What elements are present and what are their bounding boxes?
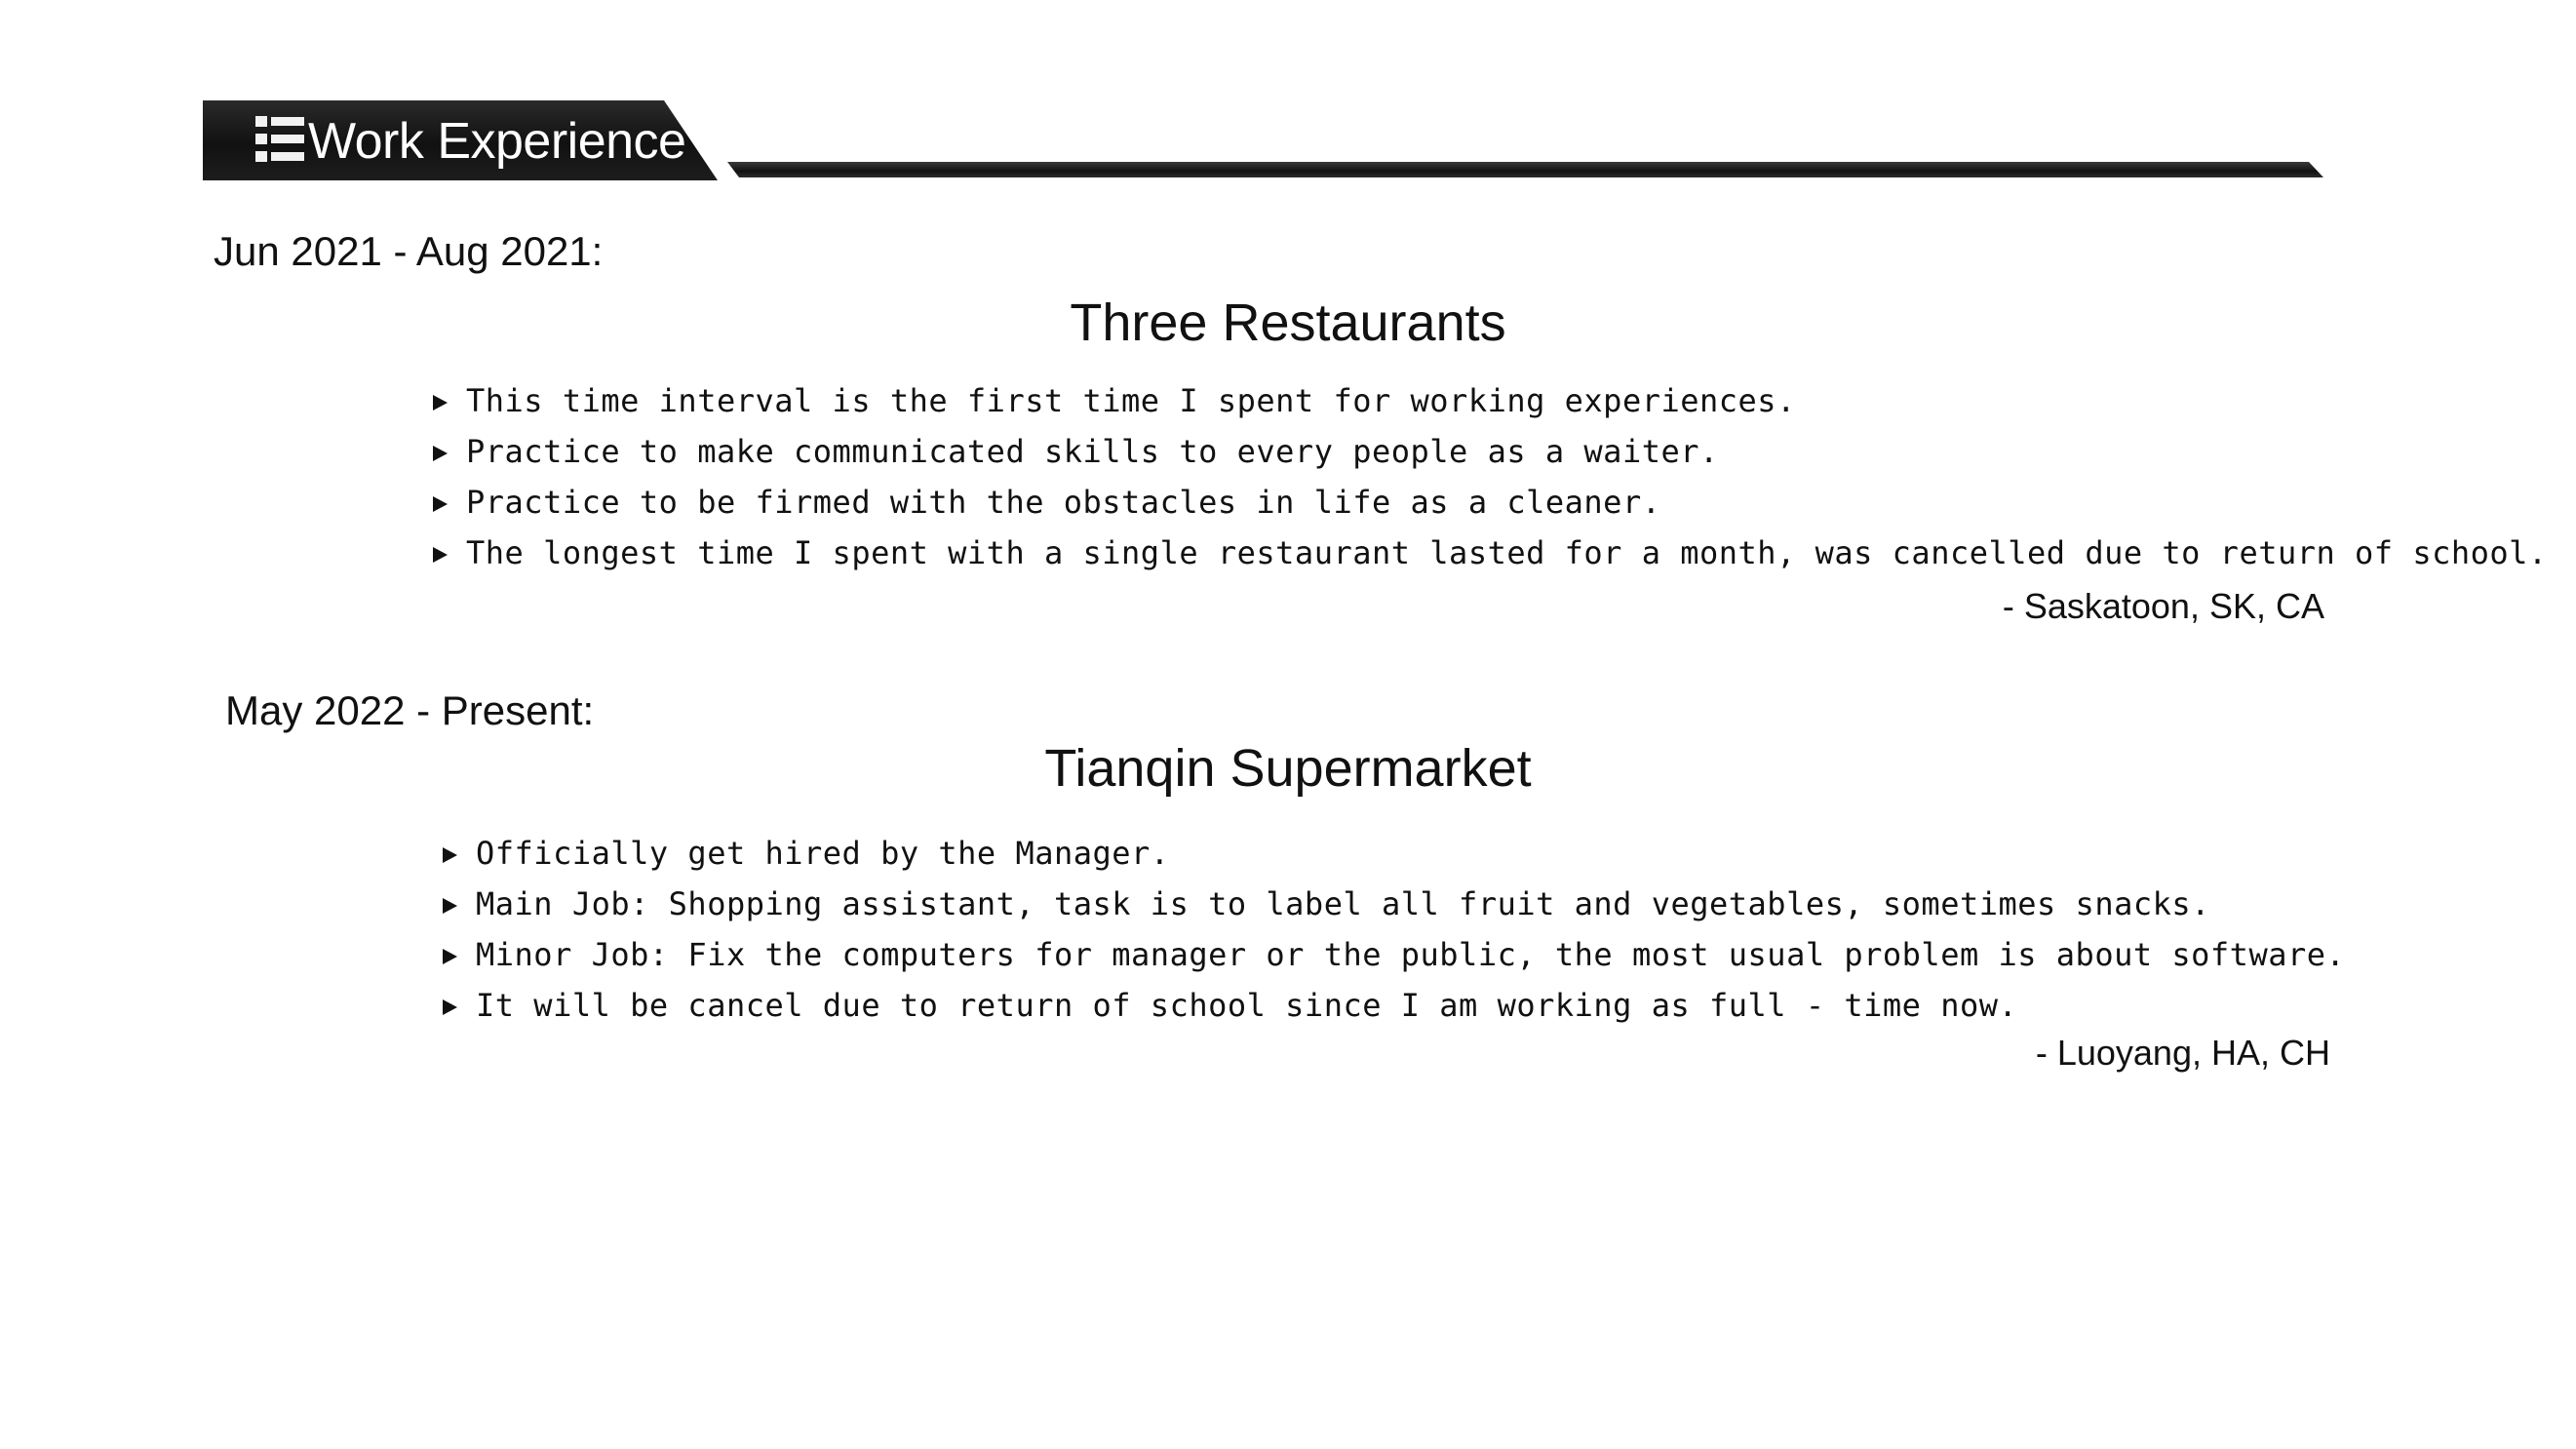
entry-company: Three Restaurants bbox=[1070, 294, 1506, 352]
bullet-text: Officially get hired by the Manager. bbox=[476, 835, 1170, 872]
triangle-bullet-icon bbox=[433, 496, 448, 512]
triangle-bullet-icon bbox=[433, 395, 448, 411]
triangle-bullet-icon bbox=[443, 999, 457, 1015]
entry-date: May 2022 - Present: bbox=[225, 687, 595, 733]
section-header-tab: Work Experience bbox=[203, 100, 718, 180]
entry-date: Jun 2021 - Aug 2021: bbox=[214, 228, 604, 274]
triangle-bullet-icon bbox=[433, 547, 448, 563]
section-title: Work Experience bbox=[308, 113, 686, 170]
triangle-bullet-icon bbox=[443, 847, 457, 863]
bullet-text: This time interval is the first time I s… bbox=[466, 382, 1796, 419]
bullet-text: The longest time I spent with a single r… bbox=[466, 534, 2548, 571]
section-header: Work Experience bbox=[203, 100, 2323, 180]
bullet-text: Minor Job: Fix the computers for manager… bbox=[476, 936, 2346, 973]
bullet-text: Practice to make communicated skills to … bbox=[466, 433, 1719, 470]
section-divider bbox=[727, 162, 2323, 177]
bullet-text: Practice to be firmed with the obstacles… bbox=[466, 484, 1661, 521]
triangle-bullet-icon bbox=[443, 898, 457, 914]
triangle-bullet-icon bbox=[433, 446, 448, 461]
triangle-bullet-icon bbox=[443, 949, 457, 964]
bullet-text: It will be cancel due to return of schoo… bbox=[476, 987, 2018, 1024]
entry-location: - Luoyang, HA, CH bbox=[2035, 1033, 2330, 1073]
bullet-text: Main Job: Shopping assistant, task is to… bbox=[476, 885, 2210, 922]
entry-location: - Saskatoon, SK, CA bbox=[2002, 586, 2324, 626]
list-icon bbox=[255, 116, 304, 162]
entry-company: Tianqin Supermarket bbox=[1044, 739, 1532, 798]
